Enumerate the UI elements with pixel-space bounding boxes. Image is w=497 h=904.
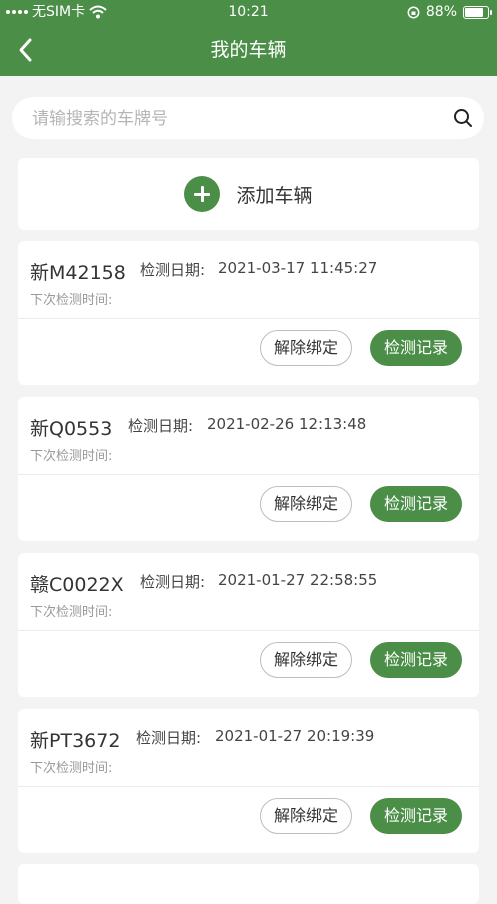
inspection-date-label: 检测日期: [140, 573, 206, 591]
inspection-date: 2021-02-26 12:13:48 [207, 415, 367, 433]
search-icon[interactable] [452, 107, 474, 129]
status-bar: 无SIM卡 10:21 88% [0, 0, 497, 24]
orientation-lock-icon [407, 6, 420, 18]
search-input[interactable] [30, 97, 434, 141]
vehicle-card: 赣C0022X 检测日期: 2021-01-27 22:58:55 下次检测时间… [18, 553, 479, 697]
divider [18, 630, 479, 631]
battery-icon [463, 5, 492, 19]
vehicle-card-partial [18, 864, 479, 904]
vehicle-card: 新M42158 检测日期: 2021-03-17 11:45:27 下次检测时间… [18, 241, 479, 385]
unbind-button[interactable]: 解除绑定 [260, 798, 352, 834]
divider [18, 318, 479, 319]
add-vehicle-label: 添加车辆 [236, 184, 313, 207]
inspection-date: 2021-01-27 22:58:55 [218, 571, 378, 589]
plate-number: 新Q0553 [30, 418, 113, 440]
inspection-records-button[interactable]: 检测记录 [370, 798, 462, 834]
navigation-bar: 我的车辆 [0, 24, 497, 76]
page-title: 我的车辆 [210, 39, 287, 61]
inspection-date-label: 检测日期: [140, 261, 206, 279]
vehicle-card: 新Q0553 检测日期: 2021-02-26 12:13:48 下次检测时间:… [18, 397, 479, 541]
next-inspection-label: 下次检测时间: [30, 293, 113, 308]
unbind-button[interactable]: 解除绑定 [260, 486, 352, 522]
next-inspection-label: 下次检测时间: [30, 605, 113, 620]
inspection-records-button[interactable]: 检测记录 [370, 642, 462, 678]
unbind-button[interactable]: 解除绑定 [260, 642, 352, 678]
header-bar: 无SIM卡 10:21 88% 我的车辆 [0, 0, 497, 76]
plate-number: 新PT3672 [30, 730, 121, 752]
plate-number: 赣C0022X [30, 574, 124, 596]
inspection-records-button[interactable]: 检测记录 [370, 330, 462, 366]
inspection-records-button[interactable]: 检测记录 [370, 486, 462, 522]
divider [18, 786, 479, 787]
next-inspection-label: 下次检测时间: [30, 761, 113, 776]
inspection-date: 2021-03-17 11:45:27 [218, 259, 378, 277]
unbind-button[interactable]: 解除绑定 [260, 330, 352, 366]
plus-circle-icon [184, 176, 221, 212]
inspection-date-label: 检测日期: [136, 729, 202, 747]
next-inspection-label: 下次检测时间: [30, 449, 113, 464]
divider [18, 474, 479, 475]
inspection-date: 2021-01-27 20:19:39 [215, 727, 375, 745]
inspection-date-label: 检测日期: [128, 417, 194, 435]
search-bar [12, 97, 484, 141]
battery-percent: 88% [425, 4, 457, 20]
add-vehicle-button[interactable]: 添加车辆 [18, 158, 479, 230]
plate-number: 新M42158 [30, 262, 126, 284]
vehicle-card: 新PT3672 检测日期: 2021-01-27 20:19:39 下次检测时间… [18, 709, 479, 853]
